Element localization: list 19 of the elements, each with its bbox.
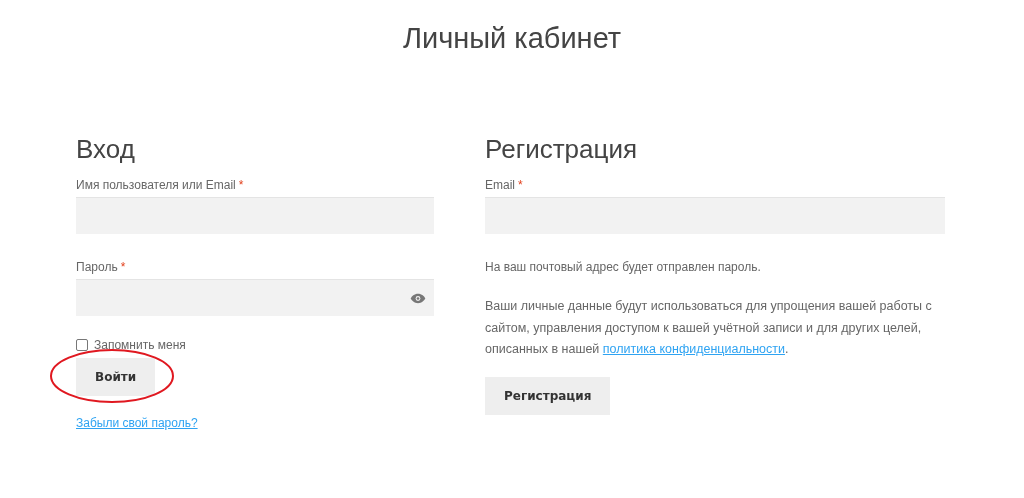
- section-heading: Вход: [76, 134, 136, 164]
- password-note: На ваш почтовый адрес будет отправлен пароль.: [485, 260, 762, 274]
- login-button[interactable]: Войти: [76, 358, 156, 396]
- checkbox[interactable]: [76, 339, 88, 351]
- eye-icon[interactable]: [410, 292, 426, 304]
- register-button[interactable]: Регистрация: [485, 376, 611, 415]
- section-heading: Регистрация: [485, 134, 638, 164]
- field-label: Email: [485, 178, 515, 192]
- field-label: Пароль: [76, 260, 118, 274]
- input-field[interactable]: [485, 197, 945, 234]
- required-mark-text: *: [120, 260, 126, 274]
- page-title: Личный кабинет: [401, 21, 623, 55]
- privacy-text: Ваши личные данные будут использоваться для упрощения вашей работы с сайтом, управления доступом к вашей учётной записи и для других целей, описанных в нашей политика конфиденциальности.: [485, 298, 933, 358]
- required-mark-text: *: [238, 178, 244, 192]
- required-mark-text: *: [518, 178, 523, 192]
- password-field[interactable]: [76, 279, 434, 316]
- input-field[interactable]: [76, 197, 434, 234]
- checkbox-label: Запомнить меня: [94, 338, 186, 352]
- field-label: Имя пользователя или Email: [76, 178, 236, 192]
